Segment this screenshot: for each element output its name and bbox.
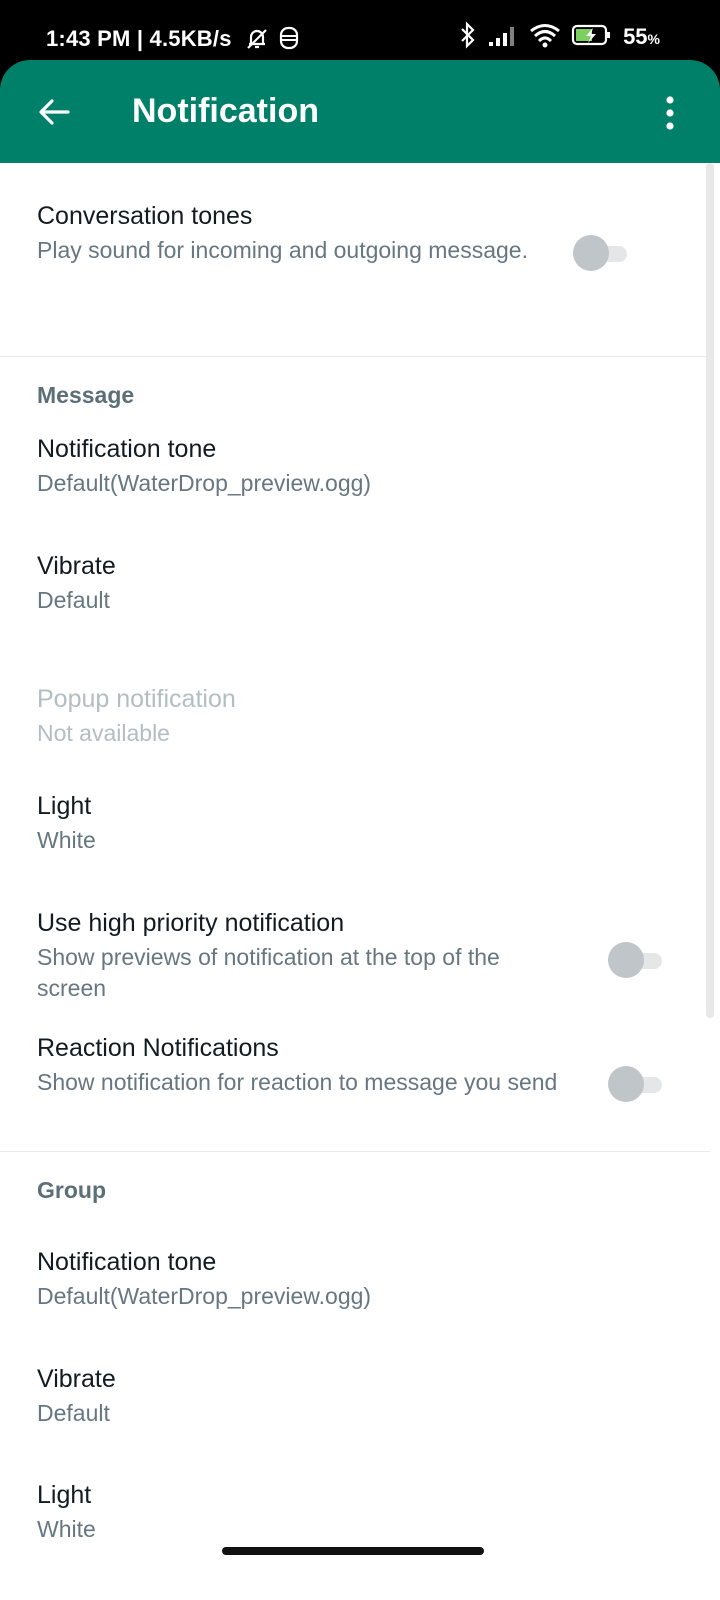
message-popup-notification-row: Popup notification Not available <box>37 684 720 749</box>
high-priority-toggle[interactable] <box>608 942 670 978</box>
home-indicator[interactable] <box>222 1547 484 1555</box>
back-button[interactable] <box>34 92 74 132</box>
reaction-notifications-row[interactable]: Reaction Notifications Show notification… <box>37 1033 570 1098</box>
page-title: Notification <box>132 92 319 130</box>
arrow-left-icon <box>39 99 70 125</box>
toggle-knob <box>573 235 609 271</box>
vibrate-title: Vibrate <box>37 1365 116 1393</box>
message-vibrate-row[interactable]: Vibrate Default <box>37 551 720 616</box>
conversation-tones-title: Conversation tones <box>37 202 253 230</box>
vibrate-value: Default <box>37 587 110 613</box>
notification-muted-icon <box>243 24 271 57</box>
settings-content: Conversation tones Play sound for incomi… <box>0 163 720 1600</box>
reaction-notifications-toggle[interactable] <box>608 1066 670 1102</box>
divider <box>0 1151 710 1152</box>
toggle-knob <box>608 1066 644 1102</box>
conversation-tones-toggle[interactable] <box>573 235 635 271</box>
message-light-row[interactable]: Light White <box>37 791 720 856</box>
notification-tone-title: Notification tone <box>37 1248 217 1276</box>
status-bar: 1:43 PM | 4.5KB/s 55% <box>0 0 720 62</box>
high-priority-title: Use high priority notification <box>37 909 345 937</box>
notification-tone-title: Notification tone <box>37 435 217 463</box>
divider <box>0 356 710 357</box>
status-time: 1:43 PM | 4.5KB/s <box>46 26 232 51</box>
vibrate-title: Vibrate <box>37 552 116 580</box>
light-title: Light <box>37 792 92 820</box>
light-value: White <box>37 827 96 853</box>
reaction-notifications-subtitle: Show notification for reaction to messag… <box>37 1069 558 1095</box>
vibrate-value: Default <box>37 1400 110 1426</box>
section-header-group: Group <box>37 1177 106 1203</box>
battery-unit: % <box>647 31 660 47</box>
battery-charging-icon <box>571 23 613 52</box>
status-icons: 55% <box>459 20 660 54</box>
group-light-row[interactable]: Light White <box>37 1480 720 1545</box>
notification-tone-value: Default(WaterDrop_preview.ogg) <box>37 470 372 496</box>
wifi-icon <box>529 22 561 53</box>
group-vibrate-row[interactable]: Vibrate Default <box>37 1364 720 1429</box>
message-notification-tone-row[interactable]: Notification tone Default(WaterDrop_prev… <box>37 434 720 499</box>
popup-notification-title: Popup notification <box>37 685 236 713</box>
battery-value: 55 <box>623 24 648 49</box>
conversation-tones-row[interactable]: Conversation tones Play sound for incomi… <box>37 201 570 266</box>
battery-percent: 55% <box>623 24 660 50</box>
popup-notification-value: Not available <box>37 720 170 746</box>
more-vert-icon <box>666 96 674 130</box>
group-notification-tone-row[interactable]: Notification tone Default(WaterDrop_prev… <box>37 1247 720 1312</box>
conversation-tones-subtitle: Play sound for incoming and outgoing mes… <box>37 237 528 263</box>
reaction-notifications-title: Reaction Notifications <box>37 1034 279 1062</box>
toggle-knob <box>608 942 644 978</box>
light-value: White <box>37 1516 96 1542</box>
signal-icon <box>487 23 519 52</box>
high-priority-notification-row[interactable]: Use high priority notification Show prev… <box>37 908 570 1004</box>
notification-tone-value: Default(WaterDrop_preview.ogg) <box>37 1283 372 1309</box>
high-priority-subtitle: Show previews of notification at the top… <box>37 944 500 1001</box>
section-header-message: Message <box>37 382 135 408</box>
light-title: Light <box>37 1481 92 1509</box>
app-bar: Notification <box>0 60 720 163</box>
app-status-icon <box>278 25 300 56</box>
more-options-button[interactable] <box>660 95 680 131</box>
bluetooth-icon <box>459 20 477 54</box>
